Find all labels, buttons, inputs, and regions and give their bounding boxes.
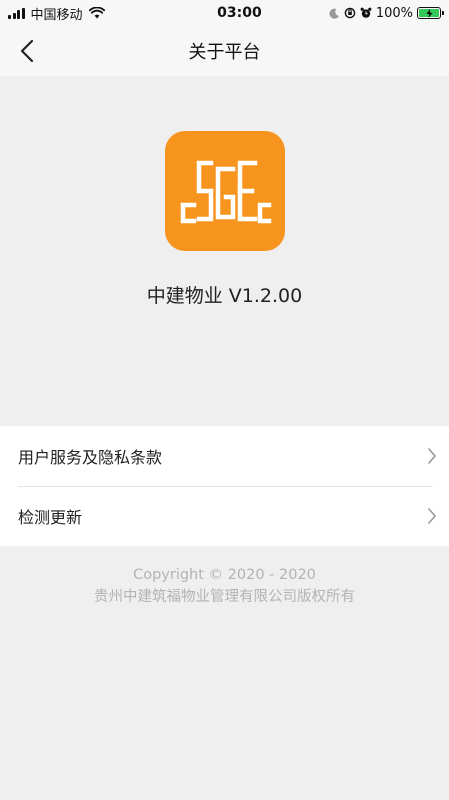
list-item-label: 检测更新 [18,508,83,527]
rotation-lock-icon [344,7,356,19]
about-menu-list: 用户服务及隐私条款 检测更新 [0,426,449,546]
status-bar: 中国移动 03:00 100% [0,0,449,26]
cscec-logo-icon [180,160,271,224]
status-left: 中国移动 [0,4,170,23]
check-update-item[interactable]: 检测更新 [0,486,449,546]
copyright-footer: Copyright © 2020 - 2020 贵州中建筑福物业管理有限公司版权… [0,564,449,608]
back-button[interactable] [14,38,40,64]
page-title: 关于平台 [188,42,261,63]
status-time: 03:00 [217,5,262,21]
copyright-text: Copyright © 2020 - 2020 [133,567,316,583]
battery-icon [417,7,444,19]
list-item-label: 用户服务及隐私条款 [18,448,163,467]
wifi-icon [88,7,105,19]
app-version-label: 中建物业 V1.2.00 [146,285,303,307]
signal-icon [8,7,25,19]
carrier-name: 中国移动 [30,7,83,23]
chevron-right-icon [428,448,436,464]
app-info-section: 中建物业 V1.2.00 [0,76,449,426]
chevron-left-icon [20,39,34,63]
app-logo [164,131,285,251]
moon-icon [329,8,339,19]
privacy-terms-item[interactable]: 用户服务及隐私条款 [0,426,449,486]
nav-bar: 关于平台 [0,26,449,76]
chevron-right-icon [428,508,436,524]
status-right: 100% [329,6,449,21]
screen: 中国移动 03:00 100% 关于平台 中建物业 V1.2.00 用户服务及隐… [0,0,449,800]
battery-percent: 100% [375,5,413,21]
alarm-icon [360,7,372,18]
company-name: 贵州中建筑福物业管理有限公司版权所有 [94,589,355,605]
